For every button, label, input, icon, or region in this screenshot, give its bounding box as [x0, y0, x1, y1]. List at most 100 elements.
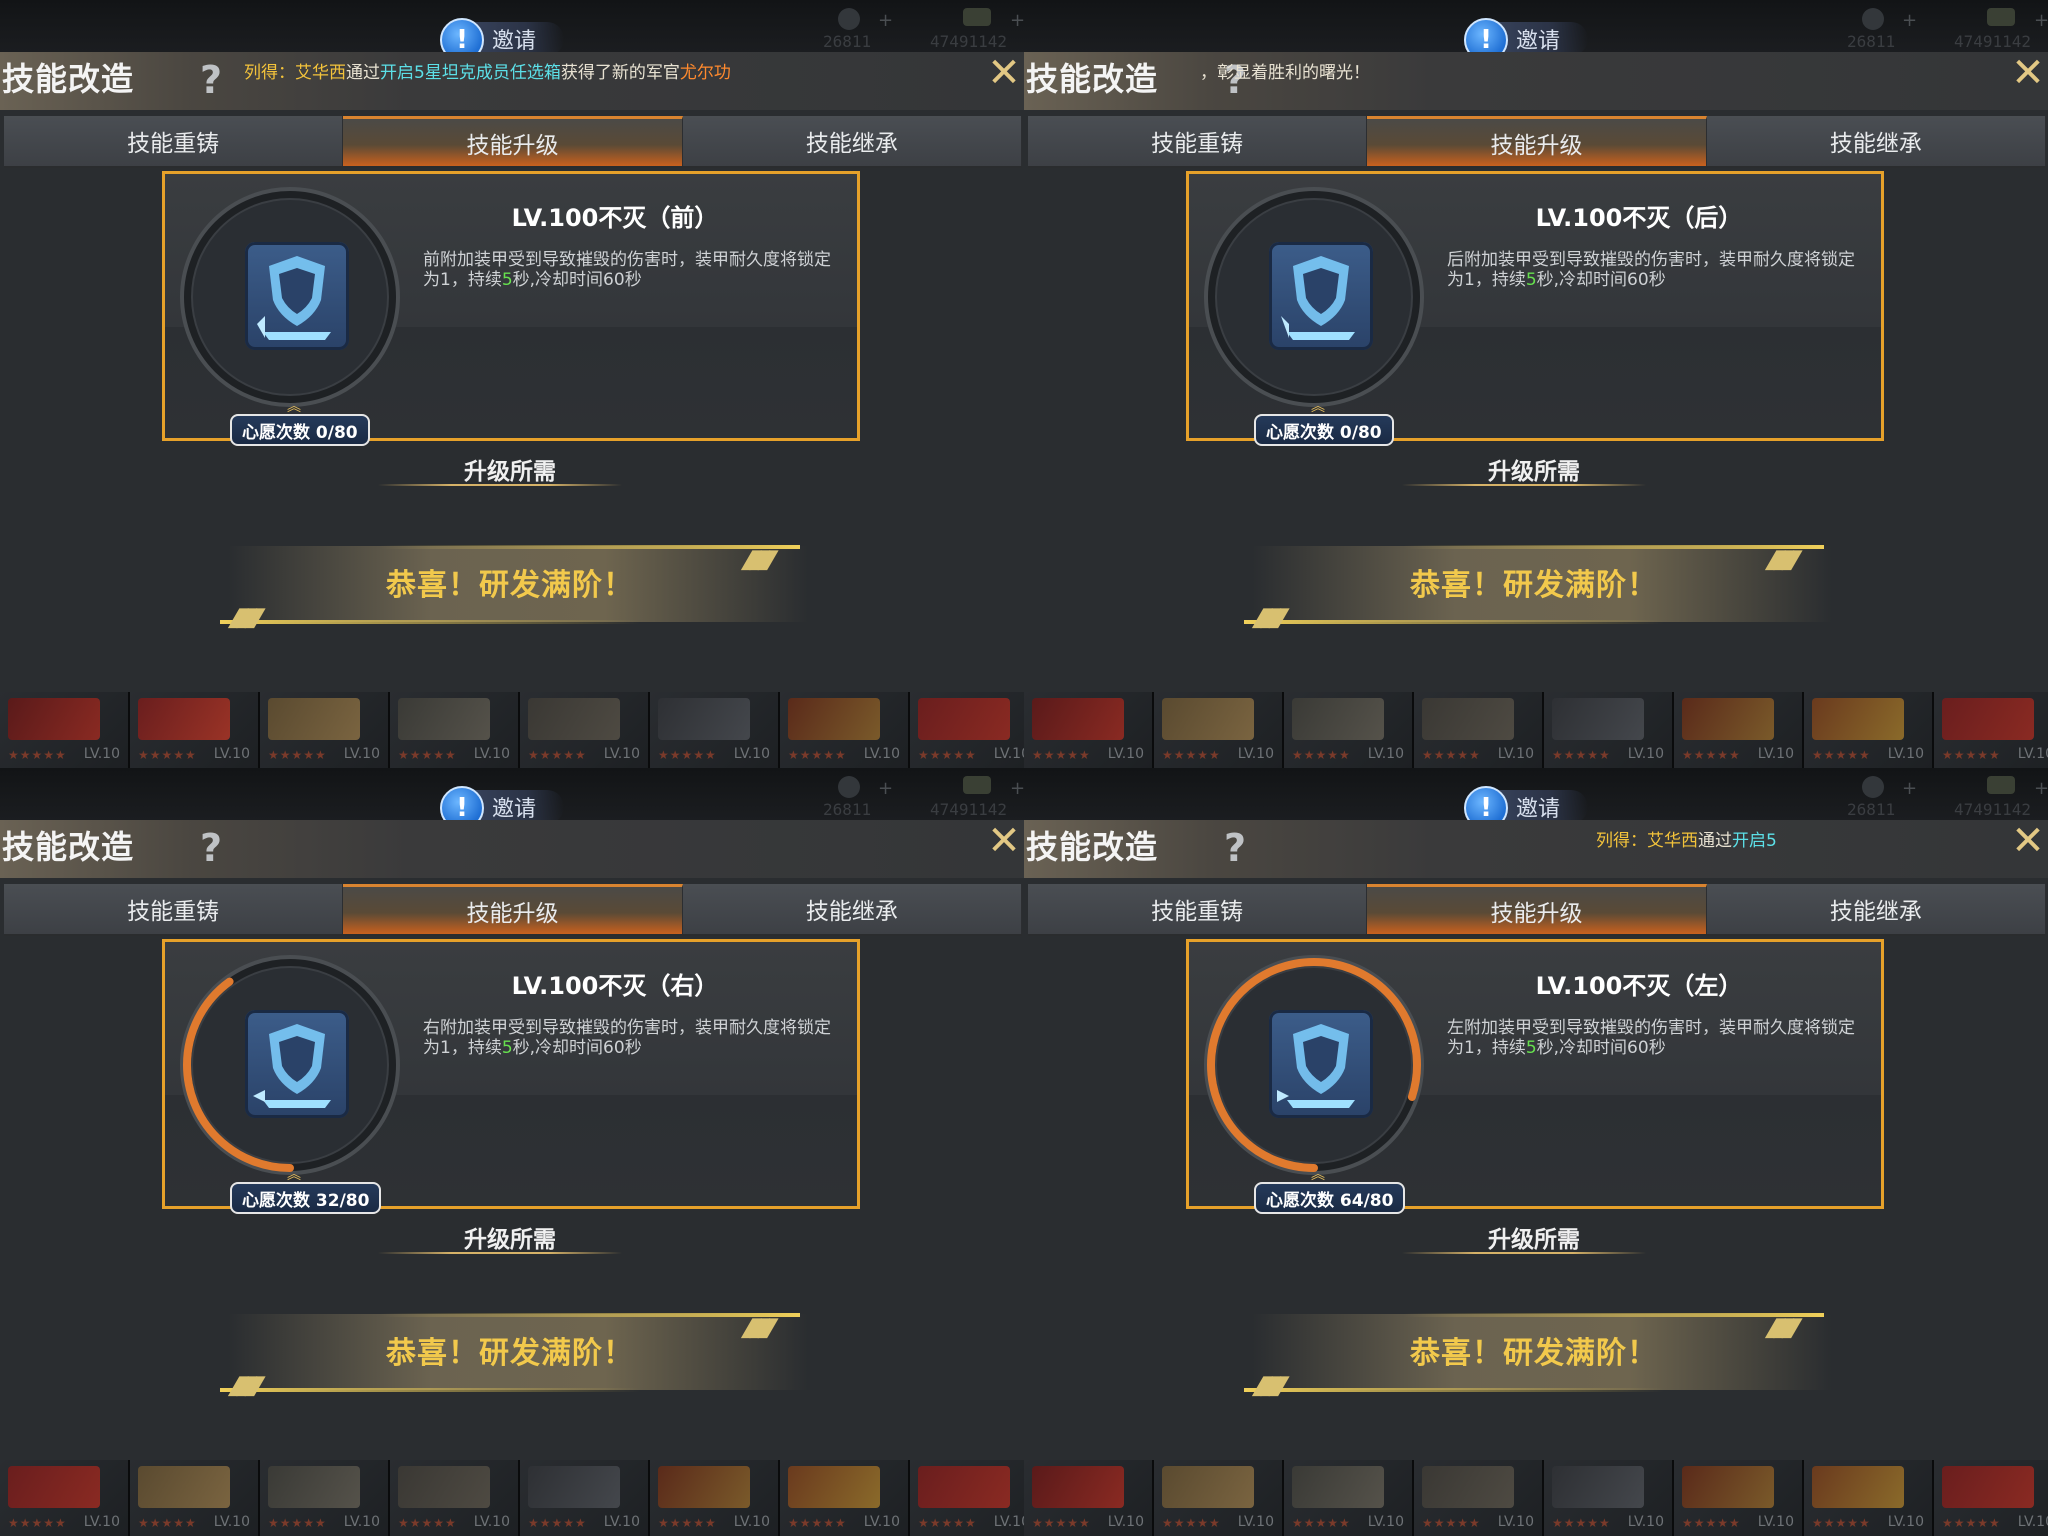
slot-level: LV.10: [1367, 1514, 1404, 1530]
desc-duration: 5: [501, 1038, 513, 1058]
rank-chevron-icon: ︽: [1311, 399, 1325, 415]
ticker-prefix: 列得：: [244, 63, 295, 83]
medal-icon: [838, 776, 860, 798]
tab-skill-recast[interactable]: 技能重铸: [4, 884, 344, 934]
tab-skill-recast[interactable]: 技能重铸: [1028, 884, 1368, 934]
slot-level: LV.10: [2017, 1514, 2048, 1530]
tab-skill-recast[interactable]: 技能重铸: [4, 116, 344, 166]
inventory-slot[interactable]: ★★★★★ LV.10: [0, 692, 130, 768]
banner-stripe: [1404, 1313, 1824, 1317]
skill-panel-left: + 26811 + 47491142 ! 邀请 技能改造 ? 列得：艾华西通过开…: [1024, 768, 2048, 1536]
inventory-slot[interactable]: ★★★★★ LV.10: [1804, 1460, 1934, 1536]
inventory-slot[interactable]: ★★★★★ LV.10: [520, 692, 650, 768]
broadcast-ticker: 列得：艾华西通过开启5星坦克成员任选箱获得了新的军官尤尔功: [244, 58, 731, 83]
invite-button[interactable]: ! 邀请: [1464, 18, 1589, 62]
part-image: [268, 698, 360, 740]
slot-stars: ★★★★★: [398, 748, 457, 762]
ticker-text: 获得了新的军官: [560, 63, 680, 83]
cash-icon: [1987, 8, 2015, 26]
slot-level: LV.10: [1497, 1514, 1534, 1530]
tab-skill-upgrade[interactable]: 技能升级: [343, 884, 683, 934]
tab-skill-inherit[interactable]: 技能继承: [1706, 884, 2046, 934]
tab-skill-upgrade[interactable]: 技能升级: [1367, 884, 1707, 934]
add-icon[interactable]: +: [1902, 778, 1917, 799]
close-button[interactable]: ✕: [2010, 820, 2046, 862]
broadcast-ticker: 列得：艾华西通过开启5: [1596, 826, 1777, 851]
skill-title: LV.100不灭（右）: [511, 972, 719, 1000]
inventory-slot[interactable]: ★★★★★ LV.10: [780, 692, 910, 768]
add-icon[interactable]: +: [2034, 778, 2048, 799]
tab-skill-upgrade[interactable]: 技能升级: [1367, 116, 1707, 166]
inventory-slot[interactable]: ★★★★★ LV.10: [780, 1460, 910, 1536]
inventory-slot[interactable]: ★★★★★ LV.10: [1414, 1460, 1544, 1536]
close-button[interactable]: ✕: [986, 52, 1022, 94]
invite-button[interactable]: ! 邀请: [440, 786, 565, 830]
inventory-slot[interactable]: ★★★★★ LV.10: [0, 1460, 130, 1536]
part-image: [398, 698, 490, 740]
help-button[interactable]: ?: [200, 58, 222, 102]
inventory-slot[interactable]: ★★★★★ LV.10: [1024, 692, 1154, 768]
slot-stars: ★★★★★: [1812, 1516, 1871, 1530]
add-icon[interactable]: +: [1902, 10, 1917, 31]
hud-value-right: 47491142: [930, 32, 1008, 51]
requirement-label: 升级所需: [464, 459, 556, 485]
ticker-text: ，彰显着胜利的曙光！: [1200, 63, 1370, 83]
inventory-slot[interactable]: ★★★★★ LV.10: [650, 692, 780, 768]
part-image: [138, 1466, 230, 1508]
slot-level: LV.10: [1757, 1514, 1794, 1530]
add-icon[interactable]: +: [2034, 10, 2048, 31]
divider: [1402, 1252, 1646, 1254]
divider: [1402, 484, 1646, 486]
inventory-slot[interactable]: ★★★★★ LV.10: [1024, 1460, 1154, 1536]
inventory-slot[interactable]: ★★★★★ LV.10: [1674, 1460, 1804, 1536]
tab-bar: 技能重铸 技能升级 技能继承: [1028, 116, 2046, 168]
tab-skill-inherit[interactable]: 技能继承: [1706, 116, 2046, 166]
inventory-slot[interactable]: ★★★★★ LV.10: [1934, 692, 2048, 768]
add-icon[interactable]: +: [1010, 10, 1024, 31]
tab-skill-recast[interactable]: 技能重铸: [1028, 116, 1368, 166]
part-image: [1032, 1466, 1124, 1508]
inventory-slot[interactable]: ★★★★★ LV.10: [910, 692, 1024, 768]
inventory-slot[interactable]: ★★★★★ LV.10: [260, 692, 390, 768]
inventory-slot[interactable]: ★★★★★ LV.10: [1284, 1460, 1414, 1536]
tab-skill-inherit[interactable]: 技能继承: [682, 884, 1022, 934]
inventory-slot[interactable]: ★★★★★ LV.10: [130, 1460, 260, 1536]
slot-level: LV.10: [733, 1514, 770, 1530]
inventory-slot[interactable]: ★★★★★ LV.10: [130, 692, 260, 768]
tab-skill-upgrade[interactable]: 技能升级: [343, 116, 683, 166]
inventory-slot[interactable]: ★★★★★ LV.10: [1544, 1460, 1674, 1536]
add-icon[interactable]: +: [878, 778, 893, 799]
wish-counter: 心愿次数 0/80: [1254, 414, 1394, 446]
help-button[interactable]: ?: [1224, 826, 1246, 870]
tab-bar: 技能重铸 技能升级 技能继承: [1028, 884, 2046, 936]
skill-panel-front: + 26811 + 47491142 ! 邀请 技能改造 ? 列得：艾华西通过开…: [0, 0, 1024, 768]
invite-button[interactable]: ! 邀请: [440, 18, 565, 62]
inventory-slot[interactable]: ★★★★★ LV.10: [1804, 692, 1934, 768]
hud-value-left: 26811: [1847, 32, 1896, 51]
add-icon[interactable]: +: [1010, 778, 1024, 799]
inventory-slot[interactable]: ★★★★★ LV.10: [1284, 692, 1414, 768]
wish-counter: 心愿次数 32/80: [230, 1182, 382, 1214]
inventory-slot[interactable]: ★★★★★ LV.10: [1414, 692, 1544, 768]
tab-skill-inherit[interactable]: 技能继承: [682, 116, 1022, 166]
inventory-slot[interactable]: ★★★★★ LV.10: [910, 1460, 1024, 1536]
help-button[interactable]: ?: [200, 826, 222, 870]
banner-stripe: [220, 1388, 640, 1392]
inventory-slot[interactable]: ★★★★★ LV.10: [1674, 692, 1804, 768]
add-icon[interactable]: +: [878, 10, 893, 31]
slot-stars: ★★★★★: [1552, 1516, 1611, 1530]
inventory-slot[interactable]: ★★★★★ LV.10: [520, 1460, 650, 1536]
inventory-slot[interactable]: ★★★★★ LV.10: [260, 1460, 390, 1536]
inventory-slot[interactable]: ★★★★★ LV.10: [390, 1460, 520, 1536]
inventory-slot[interactable]: ★★★★★ LV.10: [650, 1460, 780, 1536]
inventory-slot[interactable]: ★★★★★ LV.10: [1154, 692, 1284, 768]
banner-stripe: [220, 620, 640, 624]
inventory-slot[interactable]: ★★★★★ LV.10: [1934, 1460, 2048, 1536]
inventory-slot[interactable]: ★★★★★ LV.10: [1544, 692, 1674, 768]
inventory-slot[interactable]: ★★★★★ LV.10: [1154, 1460, 1284, 1536]
close-button[interactable]: ✕: [2010, 52, 2046, 94]
inventory-strip: ★★★★★ LV.10 ★★★★★ LV.10 ★★★★★ LV.10 ★★★★★ LV…: [0, 692, 1024, 768]
close-button[interactable]: ✕: [986, 820, 1022, 862]
invite-button[interactable]: ! 邀请: [1464, 786, 1589, 830]
inventory-slot[interactable]: ★★★★★ LV.10: [390, 692, 520, 768]
